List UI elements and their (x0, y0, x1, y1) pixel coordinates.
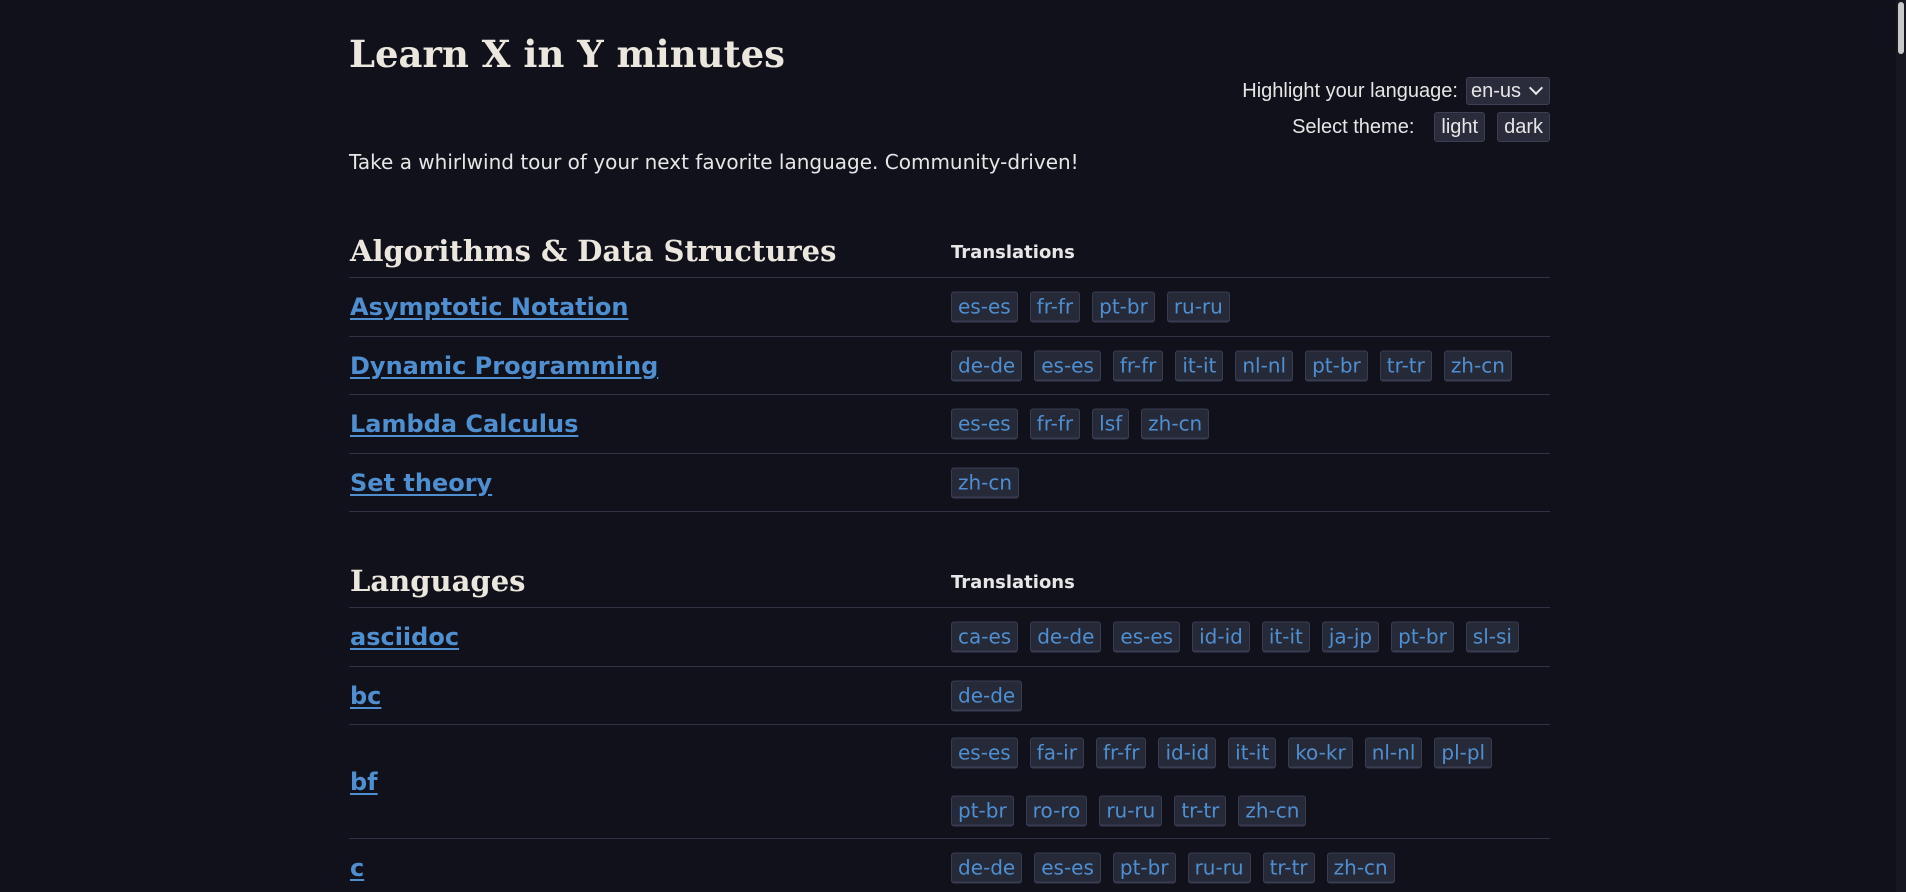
chevron-down-icon (1528, 80, 1544, 96)
light-theme-button[interactable]: light (1434, 112, 1486, 142)
translation-link[interactable]: es-es (951, 737, 1018, 768)
topic-row: bc de-de (349, 667, 1550, 725)
tagline: Take a whirlwind tour of your next favor… (349, 150, 1079, 174)
translation-link[interactable]: ko-kr (1288, 737, 1353, 768)
language-select-value: en-us (1470, 79, 1521, 102)
section-title: Algorithms & Data Structures (350, 234, 837, 268)
scrollbar-thumb[interactable] (1898, 2, 1904, 54)
translation-link[interactable]: zh-cn (951, 467, 1020, 498)
translation-link[interactable]: it-it (1175, 350, 1224, 381)
translation-tags: es-es fa-ir fr-fr id-id it-it ko-kr nl-nl pl-pl… (951, 737, 1550, 826)
translation-link[interactable]: id-id (1192, 621, 1250, 653)
topic-row: Set theory zh-cn (349, 454, 1550, 512)
topic-row: asciidoc ca-es de-de es-es id-id it-it ja-jp pt… (349, 608, 1550, 667)
translation-link[interactable]: de-de (1030, 621, 1102, 653)
translation-link[interactable]: ca-es (951, 621, 1019, 653)
translation-link[interactable]: fr-fr (1095, 737, 1147, 768)
translation-link[interactable]: fr-fr (1029, 291, 1081, 323)
translation-link[interactable]: es-es (1034, 852, 1101, 883)
translation-link[interactable]: pt-br (1305, 350, 1368, 381)
vertical-scrollbar[interactable] (1896, 0, 1906, 892)
translation-link[interactable]: id-id (1158, 737, 1217, 768)
translation-link[interactable]: fa-ir (1029, 737, 1084, 768)
settings-controls: Highlight your language: en-us Select th… (1242, 76, 1550, 148)
theme-row: Select theme: light dark (1242, 112, 1550, 142)
translation-link[interactable]: tr-tr (1174, 795, 1227, 826)
topic-link[interactable]: Asymptotic Notation (350, 292, 628, 322)
translation-link[interactable]: it-it (1261, 621, 1310, 653)
topic-row: Dynamic Programming de-de es-es fr-fr it-it n… (349, 337, 1550, 395)
translation-link[interactable]: es-es (1034, 350, 1101, 381)
translation-link[interactable]: ru-ru (1166, 291, 1230, 323)
translation-link[interactable]: lsf (1092, 408, 1130, 440)
translation-link[interactable]: zh-cn (1141, 408, 1210, 440)
translations-heading: Translations (951, 242, 1075, 263)
translation-link[interactable]: zh-cn (1238, 795, 1307, 826)
topic-link[interactable]: bc (350, 681, 381, 711)
section-header: Algorithms & Data Structures Translation… (349, 211, 1550, 278)
topic-link[interactable]: Set theory (350, 468, 492, 498)
translation-link[interactable]: fr-fr (1112, 350, 1164, 381)
section-title: Languages (350, 564, 526, 598)
topic-list: asciidoc ca-es de-de es-es id-id it-it ja-jp pt… (349, 608, 1550, 892)
language-highlight-row: Highlight your language: en-us (1242, 76, 1550, 106)
translation-link[interactable]: pl-pl (1434, 737, 1493, 768)
translation-link[interactable]: ru-ru (1187, 852, 1251, 883)
translation-link[interactable]: de-de (951, 852, 1023, 883)
translation-link[interactable]: tr-tr (1379, 350, 1432, 381)
translation-link[interactable]: ja-jp (1321, 621, 1380, 653)
topic-row: bf es-es fa-ir fr-fr id-id it-it ko-kr nl-nl pl-… (349, 725, 1550, 839)
translation-link[interactable]: sl-si (1465, 621, 1519, 653)
topic-link[interactable]: Lambda Calculus (350, 409, 578, 439)
select-theme-label: Select theme: (1292, 115, 1415, 138)
translation-link[interactable]: it-it (1228, 737, 1277, 768)
translation-link[interactable]: pt-br (1092, 291, 1155, 323)
page: Learn X in Y minutes Highlight your lang… (0, 0, 1906, 892)
translation-link[interactable]: zh-cn (1443, 350, 1512, 381)
topic-list: Asymptotic Notation es-es fr-fr pt-br ru-ru D… (349, 278, 1550, 512)
translation-link[interactable]: de-de (951, 350, 1023, 381)
translation-link[interactable]: tr-tr (1262, 852, 1315, 883)
translations-heading: Translations (951, 572, 1075, 593)
language-select[interactable]: en-us (1465, 77, 1550, 105)
translation-link[interactable]: fr-fr (1029, 408, 1081, 440)
translation-link[interactable]: pt-br (1112, 852, 1176, 883)
section-languages: Languages Translations asciidoc ca-es de-d… (349, 541, 1550, 892)
topic-link[interactable]: asciidoc (350, 622, 459, 652)
topic-row: Asymptotic Notation es-es fr-fr pt-br ru-ru (349, 278, 1550, 337)
translation-link[interactable]: es-es (1113, 621, 1181, 653)
section-header: Languages Translations (349, 541, 1550, 608)
translation-link[interactable]: ro-ro (1025, 795, 1088, 826)
translation-tags: ca-es de-de es-es id-id it-it ja-jp pt-br sl-si (951, 621, 1550, 653)
translation-link[interactable]: zh-cn (1326, 852, 1395, 883)
translation-link[interactable]: nl-nl (1235, 350, 1294, 381)
section-algorithms: Algorithms & Data Structures Translation… (349, 211, 1550, 512)
site-title: Learn X in Y minutes (349, 32, 785, 76)
topic-row: Lambda Calculus es-es fr-fr lsf zh-cn (349, 395, 1550, 454)
dark-theme-button[interactable]: dark (1497, 112, 1550, 142)
translation-tags: de-de es-es pt-br ru-ru tr-tr zh-cn (951, 852, 1550, 883)
topic-link[interactable]: bf (350, 767, 378, 797)
translation-link[interactable]: pt-br (1391, 621, 1454, 653)
topic-link[interactable]: Dynamic Programming (350, 351, 658, 381)
translation-link[interactable]: nl-nl (1364, 737, 1423, 768)
translation-tags: es-es fr-fr pt-br ru-ru (951, 291, 1550, 323)
translation-tags: zh-cn (951, 467, 1550, 498)
translation-link[interactable]: pt-br (951, 795, 1014, 826)
translation-link[interactable]: de-de (951, 680, 1023, 711)
topic-link[interactable]: c (350, 853, 364, 883)
highlight-language-label: Highlight your language: (1242, 79, 1458, 102)
translation-tags: de-de (951, 680, 1550, 711)
translation-link[interactable]: es-es (951, 291, 1018, 323)
translation-link[interactable]: ru-ru (1099, 795, 1163, 826)
translation-tags: de-de es-es fr-fr it-it nl-nl pt-br tr-tr zh-cn (951, 350, 1550, 381)
translation-tags: es-es fr-fr lsf zh-cn (951, 408, 1550, 440)
topic-row: c de-de es-es pt-br ru-ru tr-tr zh-cn (349, 839, 1550, 892)
translation-link[interactable]: es-es (951, 408, 1018, 440)
